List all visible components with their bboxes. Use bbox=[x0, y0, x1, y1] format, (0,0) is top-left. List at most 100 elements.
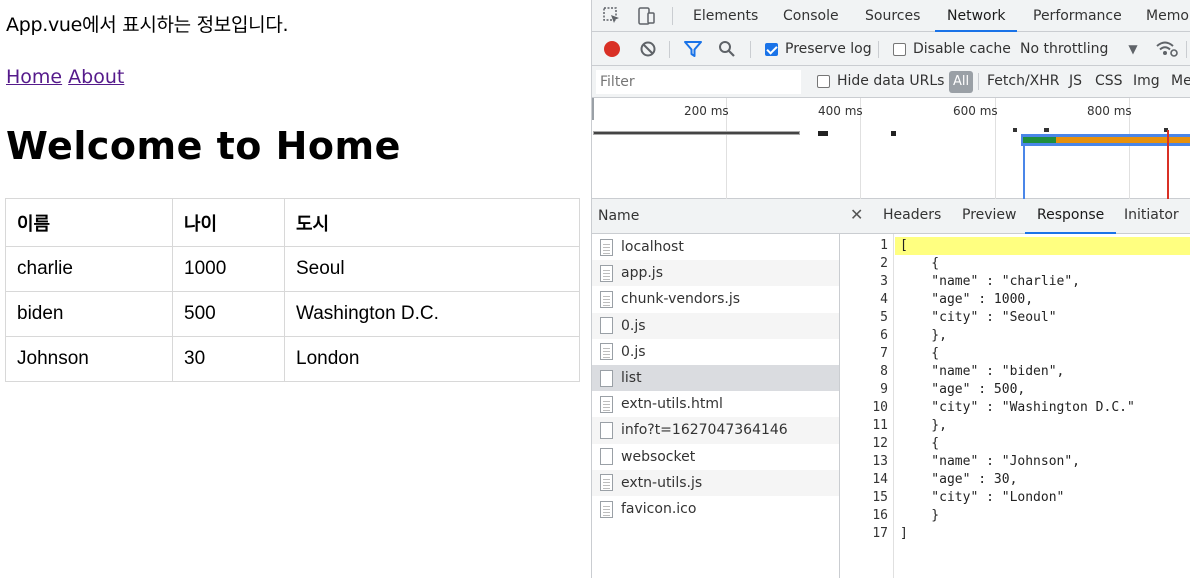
document-icon bbox=[600, 395, 613, 413]
request-name: chunk-vendors.js bbox=[621, 291, 741, 308]
throttling-select[interactable]: No throttling ▼ bbox=[1020, 32, 1138, 66]
cell-age: 500 bbox=[172, 291, 285, 337]
table-row: Johnson 30 London bbox=[5, 336, 580, 382]
load-event-line bbox=[1167, 130, 1169, 199]
nav-link-about[interactable]: About bbox=[68, 66, 124, 88]
request-row-selected[interactable]: list bbox=[592, 365, 839, 392]
request-row[interactable]: favicon.ico bbox=[592, 496, 839, 522]
code-line: 2 { bbox=[880, 256, 940, 271]
request-row[interactable]: 0.js bbox=[592, 312, 839, 339]
filter-type-fetch-xhr[interactable]: Fetch/XHR bbox=[987, 65, 1060, 97]
devtools-panel: Elements Console Sources Network Perform… bbox=[591, 0, 1190, 578]
tab-initiator[interactable]: Initiator bbox=[1124, 199, 1179, 234]
timeline-request-bar bbox=[1023, 137, 1056, 143]
inspect-element-icon[interactable] bbox=[602, 6, 622, 26]
timeline-request-bar bbox=[1044, 128, 1049, 132]
clear-icon[interactable] bbox=[639, 32, 657, 66]
request-row[interactable]: 0.js bbox=[592, 339, 839, 365]
hide-data-urls-checkbox[interactable]: Hide data URLs bbox=[817, 65, 944, 97]
table-header-row: 이름 나이 도시 bbox=[5, 198, 580, 247]
toolbar-separator bbox=[1186, 41, 1187, 58]
dom-content-loaded-line bbox=[1023, 146, 1025, 199]
tab-elements[interactable]: Elements bbox=[693, 0, 758, 32]
name-column-header[interactable]: Name bbox=[592, 199, 840, 234]
filter-type-img[interactable]: Img bbox=[1133, 65, 1160, 97]
toolbar-separator bbox=[669, 41, 670, 58]
request-name: websocket bbox=[621, 448, 696, 465]
timeline-request-bar bbox=[593, 131, 800, 135]
file-icon bbox=[600, 448, 613, 466]
nav-link-home[interactable]: Home bbox=[6, 66, 62, 88]
device-toolbar-icon[interactable] bbox=[636, 6, 656, 26]
timeline-request-bar bbox=[1056, 137, 1190, 143]
request-row[interactable]: app.js bbox=[592, 260, 839, 287]
detail-tab-strip: ✕ Headers Preview Response Initiator bbox=[840, 199, 1190, 234]
network-conditions-icon[interactable] bbox=[1155, 32, 1179, 66]
devtools-tab-strip: Elements Console Sources Network Perform… bbox=[592, 0, 1190, 32]
request-row[interactable]: extn-utils.html bbox=[592, 391, 839, 417]
request-row[interactable]: websocket bbox=[592, 444, 839, 470]
request-row[interactable]: chunk-vendors.js bbox=[592, 286, 839, 312]
app-message: App.vue에서 표시하는 정보입니다. bbox=[6, 14, 289, 36]
filter-type-css[interactable]: CSS bbox=[1095, 65, 1123, 97]
column-header-age: 나이 bbox=[172, 198, 285, 247]
cell-name: charlie bbox=[5, 246, 173, 292]
column-header-name: 이름 bbox=[5, 198, 173, 247]
tab-performance[interactable]: Performance bbox=[1033, 0, 1122, 32]
cell-age: 1000 bbox=[172, 246, 285, 292]
code-line: 15 "city" : "London" bbox=[872, 490, 1065, 505]
request-name: 0.js bbox=[621, 317, 646, 334]
network-filter-bar: Hide data URLs All Fetch/XHR JS CSS Img … bbox=[592, 66, 1190, 98]
filter-separator bbox=[978, 73, 979, 90]
toolbar-separator bbox=[878, 41, 879, 58]
filter-type-js[interactable]: JS bbox=[1069, 65, 1082, 97]
code-line: 16 } bbox=[872, 508, 940, 523]
tab-response[interactable]: Response bbox=[1025, 199, 1117, 234]
app-page: App.vue에서 표시하는 정보입니다. Home About Welcome… bbox=[0, 0, 591, 578]
hide-data-urls-label: Hide data URLs bbox=[837, 73, 945, 89]
code-line: 12 { bbox=[872, 436, 940, 451]
cell-name: biden bbox=[5, 291, 173, 337]
timeline-tick-label: 400 ms bbox=[818, 104, 863, 118]
file-icon bbox=[600, 317, 613, 335]
tab-preview[interactable]: Preview bbox=[962, 199, 1017, 234]
document-icon bbox=[600, 238, 613, 256]
request-row[interactable]: extn-utils.js bbox=[592, 469, 839, 496]
cell-age: 30 bbox=[172, 336, 285, 382]
tab-headers[interactable]: Headers bbox=[883, 199, 941, 234]
tab-console[interactable]: Console bbox=[783, 0, 839, 32]
tab-memory[interactable]: Memor bbox=[1146, 0, 1190, 32]
record-icon[interactable] bbox=[603, 32, 621, 66]
search-icon[interactable] bbox=[718, 32, 736, 66]
filter-funnel-icon[interactable] bbox=[683, 32, 703, 66]
tab-sources[interactable]: Sources bbox=[865, 0, 920, 32]
filter-input[interactable] bbox=[596, 70, 801, 94]
response-body-viewer[interactable]: 1[ 2 { 3 "name" : "charlie", 4 "age" : 1… bbox=[840, 234, 1190, 578]
document-icon bbox=[600, 343, 613, 361]
close-icon[interactable]: ✕ bbox=[850, 205, 863, 224]
preserve-log-checkbox[interactable]: Preserve log bbox=[765, 32, 872, 66]
cell-name: Johnson bbox=[5, 336, 173, 382]
request-row[interactable]: info?t=1627047364146 bbox=[592, 417, 839, 444]
throttling-value: No throttling bbox=[1020, 41, 1109, 57]
timeline-request-bar bbox=[818, 131, 828, 136]
code-line: 3 "name" : "charlie", bbox=[880, 274, 1081, 289]
code-line: 14 "age" : 30, bbox=[872, 472, 1018, 487]
request-detail-pane: ✕ Headers Preview Response Initiator 1[ … bbox=[840, 199, 1190, 578]
document-icon bbox=[600, 264, 613, 282]
filter-type-all[interactable]: All bbox=[949, 71, 974, 93]
disable-cache-checkbox[interactable]: Disable cache bbox=[893, 32, 1011, 66]
code-line: 6 }, bbox=[880, 328, 947, 343]
router-nav: Home About bbox=[6, 66, 124, 88]
request-row[interactable]: localhost bbox=[592, 234, 839, 260]
filter-type-media[interactable]: Me bbox=[1171, 65, 1190, 97]
request-name: 0.js bbox=[621, 343, 646, 360]
code-line: 10 "city" : "Washington D.C." bbox=[872, 400, 1135, 415]
document-icon bbox=[600, 290, 613, 308]
network-overview-timeline[interactable]: 200 ms 400 ms 600 ms 800 ms bbox=[592, 98, 1190, 199]
toolbar-separator bbox=[750, 41, 751, 58]
document-icon bbox=[600, 474, 613, 492]
tab-network[interactable]: Network bbox=[935, 0, 1018, 32]
request-name: app.js bbox=[621, 265, 663, 282]
code-line: 4 "age" : 1000, bbox=[880, 292, 1034, 307]
